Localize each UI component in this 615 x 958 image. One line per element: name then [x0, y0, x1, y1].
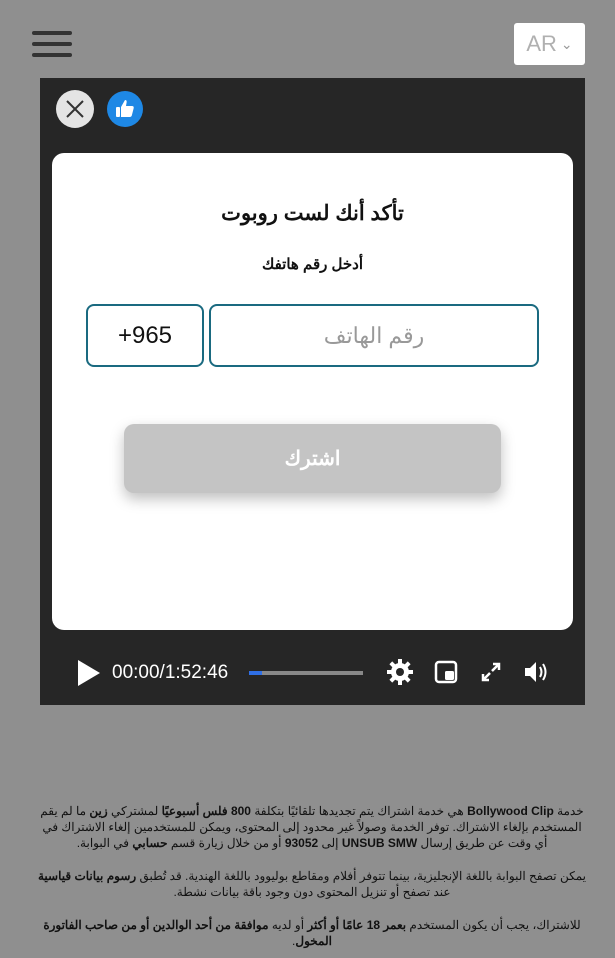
terms-bold-span: 93052 — [284, 836, 319, 850]
terms-text-span: لمشتركي — [107, 804, 162, 818]
language-select[interactable]: AR ⌄ — [514, 23, 585, 65]
terms-text-span: أو لديه — [268, 918, 308, 932]
terms-bold-span: رسوم بيانات قياسية — [38, 869, 137, 883]
page: AR ⌄ تأكد أنك لست روبوت أدخل رقم هاتفك +… — [0, 0, 615, 958]
gear-icon[interactable] — [386, 658, 414, 686]
card-subtitle: أدخل رقم هاتفك — [261, 256, 364, 273]
card-title: تأكد أنك لست روبوت — [221, 202, 404, 225]
fullscreen-icon[interactable] — [477, 658, 505, 686]
terms-bold-span: حسابي — [132, 836, 168, 850]
country-code-field[interactable]: +965 — [86, 304, 204, 367]
play-icon[interactable] — [76, 658, 102, 692]
picture-in-picture-icon[interactable] — [432, 658, 460, 686]
terms-text-span: يمكن تصفح البوابة باللغة الإنجليزية، بين… — [136, 869, 586, 883]
terms-text-span: خدمة — [553, 804, 584, 818]
language-value: AR — [526, 31, 557, 56]
verification-card: تأكد أنك لست روبوت أدخل رقم هاتفك +965 ا… — [52, 153, 573, 630]
terms-text-span: إلى — [318, 836, 342, 850]
terms-text-span: في البوابة. — [76, 836, 133, 850]
terms-text-span: عند تصفح أو تنزيل المحتوى دون وجود باقة … — [173, 885, 451, 899]
terms-paragraph-1: خدمة Bollywood Clip هي خدمة اشتراك يتم ت… — [38, 803, 586, 851]
close-icon[interactable] — [56, 90, 94, 128]
terms-text-span: للاشتراك، يجب أن يكون المستخدم — [406, 918, 581, 932]
progress-fill — [249, 671, 262, 675]
terms-bold-span: Bollywood Clip — [467, 804, 554, 818]
phone-input[interactable] — [209, 304, 539, 367]
chevron-down-icon: ⌄ — [560, 35, 573, 52]
terms-bold-span: بعمر 18 عامًا أو أكثر — [307, 918, 407, 932]
terms-paragraph-3: للاشتراك، يجب أن يكون المستخدم بعمر 18 ع… — [38, 917, 586, 949]
terms-bold-span: 800 فلس أسبوعيًا — [161, 804, 251, 818]
video-player: تأكد أنك لست روبوت أدخل رقم هاتفك +965 ا… — [40, 78, 585, 705]
progress-bar[interactable] — [249, 671, 363, 675]
terms-bold-span: UNSUB SMW — [341, 836, 418, 850]
thumbs-up-icon[interactable] — [107, 91, 143, 127]
country-code-value: +965 — [117, 321, 173, 349]
terms-paragraph-2: يمكن تصفح البوابة باللغة الإنجليزية، بين… — [38, 868, 586, 900]
hamburger-menu-icon[interactable] — [32, 31, 72, 57]
terms-bold-span: زين — [89, 804, 108, 818]
player-controls: 00:00/1:52:46 — [40, 648, 585, 698]
terms-text-span: أو من خلال زيارة قسم — [167, 836, 285, 850]
subscribe-button[interactable]: اشترك — [124, 424, 501, 493]
terms-text: خدمة Bollywood Clip هي خدمة اشتراك يتم ت… — [38, 803, 586, 958]
volume-icon[interactable] — [522, 658, 550, 686]
time-display: 00:00/1:52:46 — [112, 662, 229, 683]
terms-text-span: هي خدمة اشتراك يتم تجديدها تلقائيًا بتكل… — [250, 804, 468, 818]
